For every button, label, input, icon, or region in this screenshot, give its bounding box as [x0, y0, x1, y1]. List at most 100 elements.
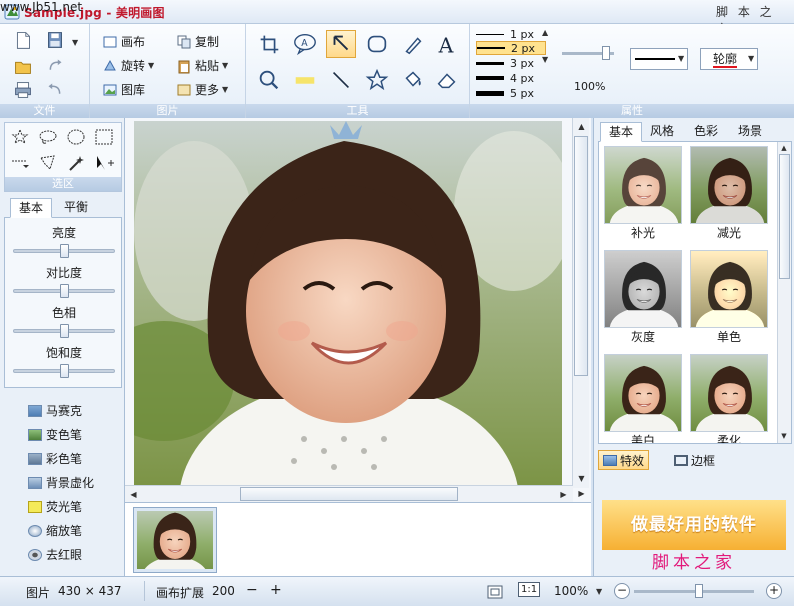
brush-red-eye[interactable]: 去红眼	[28, 546, 82, 563]
brightness-slider[interactable]	[13, 244, 115, 258]
outline-select[interactable]: 轮廓 ▼	[700, 48, 758, 70]
rotate-button[interactable]: 旋转 ▼	[102, 57, 154, 74]
canvas-grow-button[interactable]: +	[270, 582, 282, 598]
effect-fill-light[interactable]: 补光	[603, 146, 683, 241]
lasso-icon[interactable]	[37, 127, 59, 147]
gallery-scroll-up-icon[interactable]: ▲	[778, 142, 790, 154]
effect-soften[interactable]: 柔化	[689, 354, 769, 443]
tab-frame[interactable]: 边框	[670, 450, 719, 470]
tab-effect-basic[interactable]: 基本	[600, 122, 643, 142]
zoom-in-button[interactable]: +	[766, 583, 782, 599]
horizontal-scroll-thumb[interactable]	[240, 487, 458, 501]
saturation-slider[interactable]	[13, 364, 115, 378]
brush-highlighter[interactable]: 荧光笔	[28, 498, 82, 515]
monochrome-preview	[691, 251, 768, 328]
gallery-scroll-thumb[interactable]	[779, 154, 790, 279]
line-width-4px[interactable]: 4 px	[476, 71, 546, 85]
line-style-dropdown-icon[interactable]: ▼	[678, 54, 684, 63]
line-width-5px[interactable]: 5 px	[476, 86, 546, 100]
tab-effect-color[interactable]: 色彩	[686, 122, 726, 142]
opacity-slider-knob[interactable]	[602, 46, 610, 60]
more-dropdown-icon[interactable]: ▼	[222, 85, 228, 94]
canvas-shrink-button[interactable]: −	[246, 582, 258, 598]
zoom-slider[interactable]	[634, 584, 754, 598]
star-icon[interactable]	[362, 66, 392, 94]
rounded-rect-icon[interactable]	[362, 30, 392, 58]
crop-icon[interactable]	[254, 30, 284, 58]
photo-canvas[interactable]	[134, 121, 562, 485]
more-button[interactable]: 更多 ▼	[176, 81, 228, 98]
eraser-icon[interactable]	[432, 66, 462, 94]
brush-background-blur[interactable]: 背景虚化	[28, 474, 94, 491]
tab-balance[interactable]: 平衡	[56, 198, 96, 218]
paste-button[interactable]: 粘贴 ▼	[176, 57, 228, 74]
effect-monochrome[interactable]: 单色	[689, 250, 769, 345]
lasso-star-icon[interactable]	[9, 127, 31, 147]
tab-effect-style[interactable]: 风格	[642, 122, 682, 142]
hue-slider[interactable]	[13, 324, 115, 338]
highlighter-icon[interactable]	[290, 66, 320, 94]
brush-zoom[interactable]: 缩放笔	[28, 522, 82, 539]
actual-size-button[interactable]: 1:1	[518, 582, 541, 597]
gallery-scrollbar[interactable]: ▲ ▼	[777, 142, 791, 443]
rotate-dropdown-icon[interactable]: ▼	[148, 61, 154, 70]
new-file-icon[interactable]	[8, 26, 38, 54]
vertical-scrollbar[interactable]: ▲ ▼	[572, 118, 589, 488]
tab-basic[interactable]: 基本	[10, 198, 53, 218]
opacity-slider[interactable]	[562, 46, 614, 60]
promo-banner[interactable]: 做最好用的软件	[602, 500, 786, 550]
arrow-tool-icon[interactable]	[326, 30, 356, 58]
contrast-slider[interactable]	[13, 284, 115, 298]
line-width-1px[interactable]: 1 px	[476, 27, 546, 41]
ellipse-select-icon[interactable]	[65, 127, 87, 147]
copy-button[interactable]: 复制	[176, 33, 219, 50]
line-style-select[interactable]: ▼	[630, 48, 688, 70]
brush-color-pen[interactable]: 彩色笔	[28, 450, 82, 467]
thumbnail-sample[interactable]	[133, 507, 217, 573]
undo-icon[interactable]	[40, 76, 70, 104]
line-width-3px[interactable]: 3 px	[476, 56, 546, 70]
rect-select-icon[interactable]	[93, 127, 115, 147]
fit-window-icon[interactable]	[486, 583, 504, 601]
paste-dropdown-icon[interactable]: ▼	[222, 61, 228, 70]
save-dropdown-icon[interactable]: ▼	[72, 38, 78, 47]
line-tool-icon[interactable]	[326, 66, 356, 94]
scroll-right-icon[interactable]: ▶	[556, 487, 571, 502]
brush-recolor[interactable]: 变色笔	[28, 426, 82, 443]
print-icon[interactable]	[8, 76, 38, 104]
horizontal-scrollbar[interactable]: ◀ ▶	[125, 485, 573, 502]
effect-grayscale[interactable]: 灰度	[603, 250, 683, 345]
scroll-left-icon[interactable]: ◀	[126, 487, 141, 502]
text-tool-icon[interactable]: A	[432, 30, 462, 58]
effect-reduce-light[interactable]: 减光	[689, 146, 769, 241]
brush-mosaic[interactable]: 马赛克	[28, 402, 82, 419]
zoom-slider-knob[interactable]	[695, 584, 703, 598]
scroll-down-icon[interactable]: ▼	[574, 471, 589, 486]
gallery-scroll-down-icon[interactable]: ▼	[778, 430, 790, 442]
select-dropdown-icon[interactable]	[9, 153, 31, 173]
text-bubble-icon[interactable]: A	[290, 30, 320, 58]
gallery-button[interactable]: 图库	[102, 81, 145, 98]
saturation-knob[interactable]	[59, 364, 69, 378]
paint-bucket-icon[interactable]	[398, 66, 428, 94]
zoom-dropdown-icon[interactable]: ▼	[596, 587, 602, 596]
magnifier-icon[interactable]	[254, 66, 284, 94]
vertical-scroll-thumb[interactable]	[574, 136, 588, 376]
polygon-select-icon[interactable]	[37, 153, 59, 173]
hue-knob[interactable]	[59, 324, 69, 338]
effect-whitening[interactable]: 美白	[603, 354, 683, 443]
save-icon[interactable]	[40, 26, 70, 54]
canvas-area[interactable]: ▲ ▼ ◀ ▶ ▶	[125, 118, 591, 502]
outline-dropdown-icon[interactable]: ▼	[748, 54, 754, 63]
line-width-2px[interactable]: 2 px	[476, 41, 546, 55]
zoom-out-button[interactable]: −	[614, 583, 630, 599]
brightness-knob[interactable]	[59, 244, 69, 258]
canvas-button[interactable]: 画布	[102, 33, 145, 50]
contrast-knob[interactable]	[59, 284, 69, 298]
scroll-up-icon[interactable]: ▲	[574, 119, 589, 134]
tab-effect-scene[interactable]: 场景	[730, 122, 770, 142]
pencil-icon[interactable]	[398, 30, 428, 58]
move-select-icon[interactable]	[93, 153, 115, 173]
tab-special-effects[interactable]: 特效	[598, 450, 650, 470]
magic-wand-icon[interactable]	[65, 153, 87, 173]
